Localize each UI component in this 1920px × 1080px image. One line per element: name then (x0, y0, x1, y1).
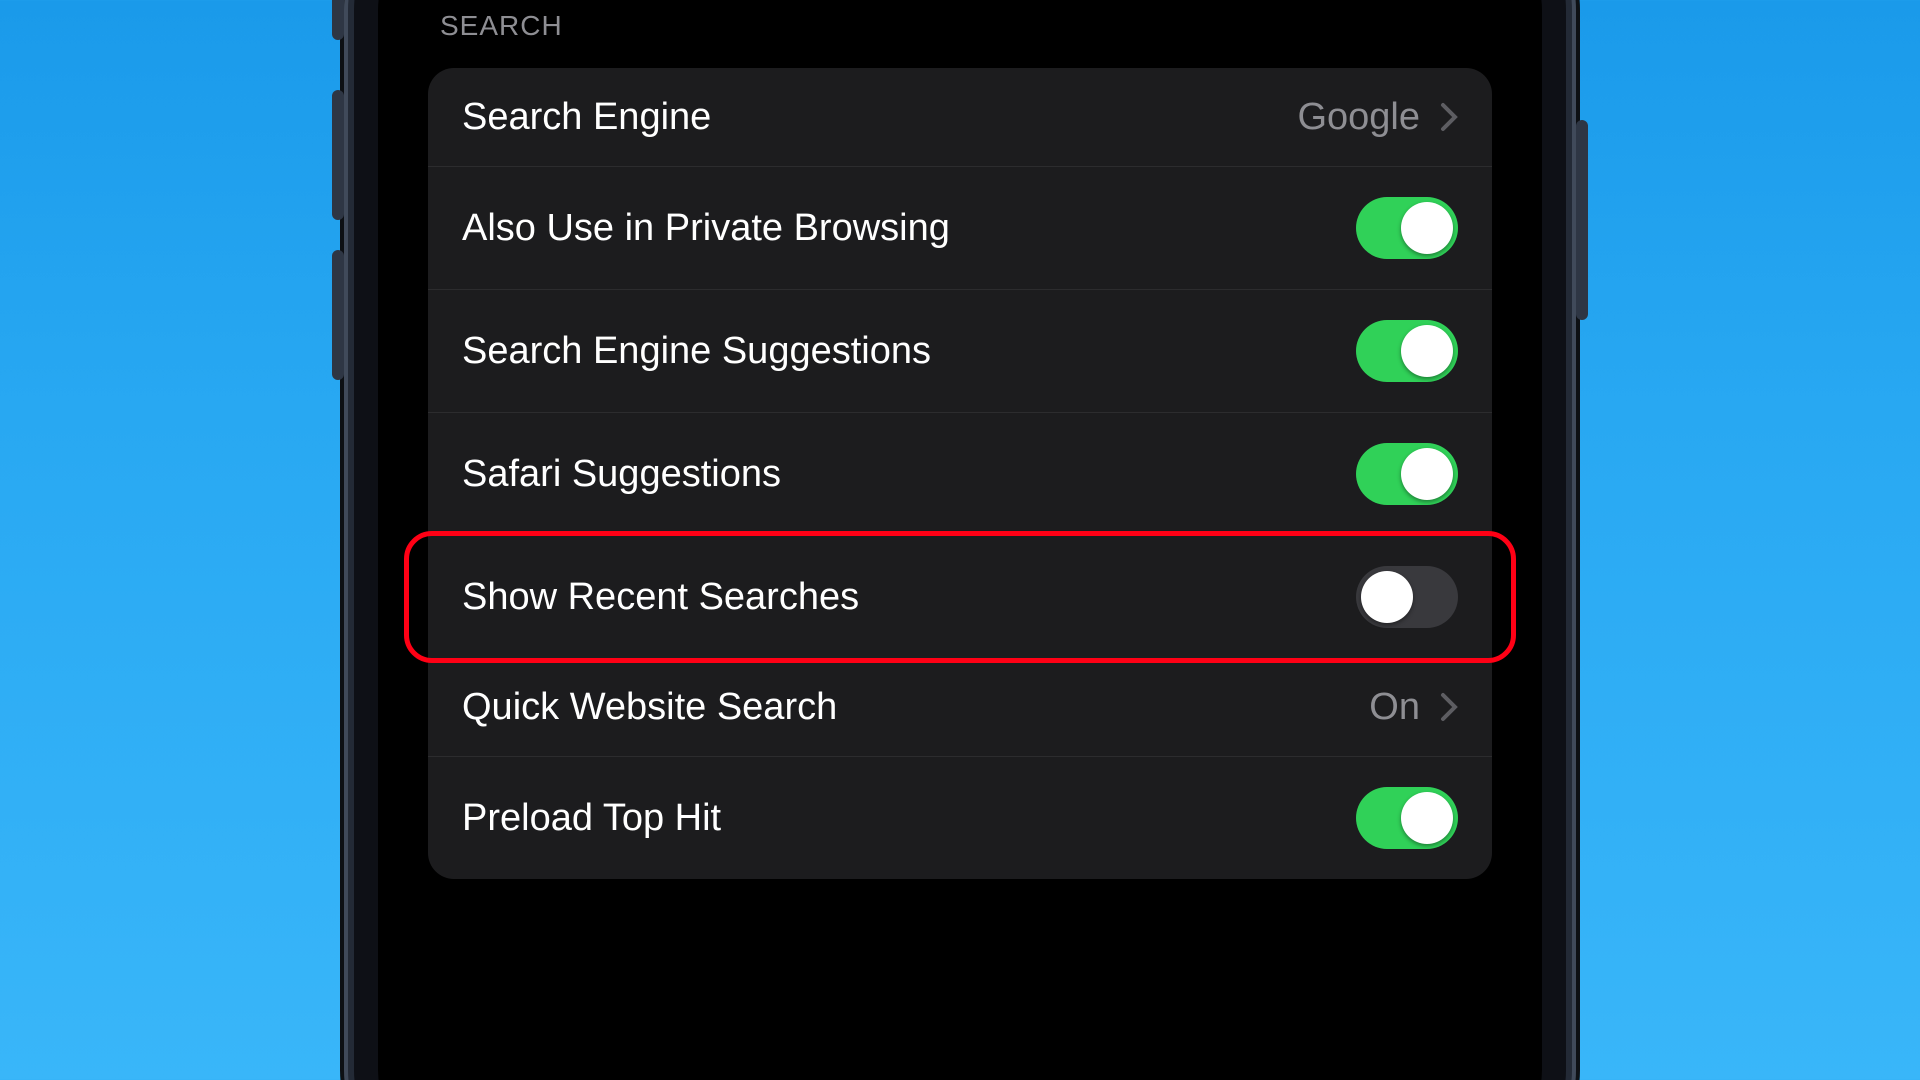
row-private-browsing[interactable]: Also Use in Private Browsing (428, 167, 1492, 290)
row-quick-website-search[interactable]: Quick Website Search On (428, 658, 1492, 757)
row-label: Show Recent Searches (462, 578, 859, 616)
screen: SEARCH Search Engine Google Also Use in … (378, 0, 1542, 1080)
volume-down-button (332, 250, 344, 380)
phone-frame: SEARCH Search Engine Google Also Use in … (354, 0, 1566, 1080)
mute-switch (332, 0, 344, 40)
section-header: SEARCH (428, 10, 1492, 68)
toggle-knob (1401, 325, 1453, 377)
row-tail: Google (1297, 98, 1458, 136)
chevron-right-icon (1440, 102, 1458, 132)
toggle-knob (1401, 792, 1453, 844)
row-label: Search Engine (462, 98, 711, 136)
row-value: On (1369, 688, 1420, 726)
settings-group: Search Engine Google Also Use in Private… (428, 68, 1492, 879)
toggle-safari-suggestions[interactable] (1356, 443, 1458, 505)
row-label: Preload Top Hit (462, 799, 721, 837)
toggle-preload-top-hit[interactable] (1356, 787, 1458, 849)
row-safari-suggestions[interactable]: Safari Suggestions (428, 413, 1492, 536)
row-preload-top-hit[interactable]: Preload Top Hit (428, 757, 1492, 879)
row-tail: On (1369, 688, 1458, 726)
row-show-recent-searches[interactable]: Show Recent Searches (404, 531, 1516, 663)
toggle-knob (1401, 202, 1453, 254)
toggle-show-recent-searches[interactable] (1356, 566, 1458, 628)
row-search-engine[interactable]: Search Engine Google (428, 68, 1492, 167)
toggle-private-browsing[interactable] (1356, 197, 1458, 259)
row-label: Search Engine Suggestions (462, 332, 931, 370)
row-value: Google (1297, 98, 1420, 136)
row-engine-suggestions[interactable]: Search Engine Suggestions (428, 290, 1492, 413)
volume-up-button (332, 90, 344, 220)
row-label: Quick Website Search (462, 688, 837, 726)
toggle-engine-suggestions[interactable] (1356, 320, 1458, 382)
toggle-knob (1361, 571, 1413, 623)
power-button (1576, 120, 1588, 320)
chevron-right-icon (1440, 692, 1458, 722)
toggle-knob (1401, 448, 1453, 500)
row-label: Also Use in Private Browsing (462, 209, 950, 247)
row-label: Safari Suggestions (462, 455, 781, 493)
